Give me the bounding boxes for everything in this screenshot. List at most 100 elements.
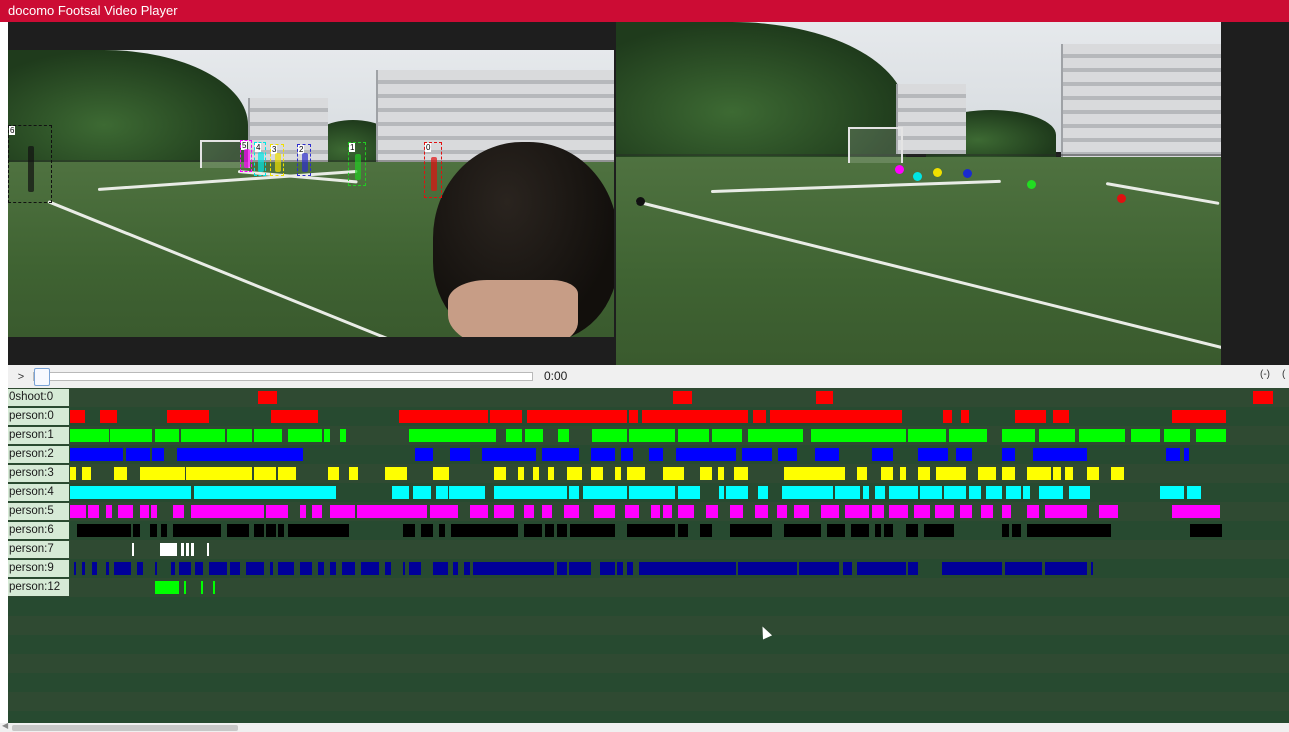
timeline-segment[interactable] <box>469 429 497 442</box>
timeline-segment[interactable] <box>1111 467 1124 480</box>
timeline-segment[interactable] <box>172 524 222 537</box>
timeline-segment[interactable] <box>583 486 628 499</box>
timeline-row-label[interactable]: person:5 <box>8 503 69 520</box>
timeline-segment[interactable] <box>257 391 278 404</box>
timeline-segment[interactable] <box>1053 467 1061 480</box>
timeline-segment[interactable] <box>920 486 942 499</box>
timeline-segment[interactable] <box>934 505 955 518</box>
timeline-segment[interactable] <box>269 562 274 575</box>
timeline-row-label[interactable]: person:0 <box>8 408 69 425</box>
timeline-segment[interactable] <box>532 467 539 480</box>
timeline-segment[interactable] <box>733 467 749 480</box>
timeline-segment[interactable] <box>871 448 894 461</box>
timeline-segment[interactable] <box>1099 505 1118 518</box>
timeline-segment[interactable] <box>1044 505 1088 518</box>
horizontal-scrollbar[interactable]: ◀ <box>0 721 1289 732</box>
timeline-segment[interactable] <box>154 429 179 442</box>
timeline-segment[interactable] <box>245 562 264 575</box>
timeline-segment[interactable] <box>493 467 506 480</box>
timeline-segment[interactable] <box>136 562 143 575</box>
timeline-segment[interactable] <box>1069 486 1090 499</box>
timeline-segment[interactable] <box>738 562 797 575</box>
timeline-segment[interactable] <box>433 467 450 480</box>
timeline-segment[interactable] <box>287 524 349 537</box>
timeline-segment[interactable] <box>980 505 993 518</box>
timeline-segment[interactable] <box>651 505 660 518</box>
timeline-segment[interactable] <box>648 448 664 461</box>
timeline-segment[interactable] <box>251 448 303 461</box>
timeline-segment[interactable] <box>614 467 621 480</box>
timeline-segment[interactable] <box>968 486 981 499</box>
timeline-segment[interactable] <box>194 562 204 575</box>
timeline-segment[interactable] <box>711 429 743 442</box>
timeline-segment[interactable] <box>629 410 638 423</box>
timeline-segment[interactable] <box>1190 524 1222 537</box>
timeline-segment[interactable] <box>125 448 150 461</box>
timeline-segment[interactable] <box>941 562 1003 575</box>
timeline-segment[interactable] <box>917 448 948 461</box>
timeline-segment[interactable] <box>1159 486 1185 499</box>
timeline-segment[interactable] <box>558 429 569 442</box>
timeline-segment[interactable] <box>88 505 100 518</box>
timeline-segment[interactable] <box>621 448 634 461</box>
timeline-segment[interactable] <box>181 543 184 556</box>
timeline-segment[interactable] <box>152 448 165 461</box>
timeline-segment[interactable] <box>1006 486 1021 499</box>
timeline-segment[interactable] <box>159 543 177 556</box>
timeline-segment[interactable] <box>875 486 885 499</box>
timeline-segment[interactable] <box>1002 429 1036 442</box>
timeline-segment[interactable] <box>140 505 149 518</box>
timeline-segment[interactable] <box>340 429 347 442</box>
timeline-segment[interactable] <box>70 467 77 480</box>
timeline-segment[interactable] <box>663 505 672 518</box>
timeline-segment[interactable] <box>429 505 458 518</box>
timeline-segment[interactable] <box>675 448 737 461</box>
timeline-segment[interactable] <box>1002 448 1015 461</box>
timeline-segment[interactable] <box>908 429 946 442</box>
timeline-segment[interactable] <box>978 467 997 480</box>
timeline-segment[interactable] <box>845 505 870 518</box>
timeline-segment[interactable] <box>556 562 567 575</box>
timeline-segment[interactable] <box>1078 429 1125 442</box>
timeline-segment[interactable] <box>106 505 113 518</box>
timeline-segment[interactable] <box>493 505 515 518</box>
timeline-segment[interactable] <box>384 467 407 480</box>
zoom-out-button[interactable]: (-) <box>1260 369 1270 380</box>
timeline-segment[interactable] <box>82 467 91 480</box>
timeline-row-label[interactable]: person:12 <box>8 579 69 596</box>
timeline-segment[interactable] <box>278 524 285 537</box>
timeline-segment[interactable] <box>140 467 186 480</box>
timeline-segment[interactable] <box>1065 467 1073 480</box>
timeline-segment[interactable] <box>160 524 167 537</box>
timeline-segment[interactable] <box>330 505 355 518</box>
timeline-segment[interactable] <box>1002 505 1011 518</box>
timeline-segment[interactable] <box>149 524 158 537</box>
timeline-segment[interactable] <box>469 505 488 518</box>
timeline-segment[interactable] <box>960 505 973 518</box>
timeline-segment[interactable] <box>518 467 525 480</box>
timeline-segment[interactable] <box>254 429 282 442</box>
timeline-segment[interactable] <box>566 467 583 480</box>
timeline-segment[interactable] <box>209 562 228 575</box>
timeline-segment[interactable] <box>450 448 470 461</box>
timeline-segment[interactable] <box>278 467 297 480</box>
timeline-segment[interactable] <box>131 543 135 556</box>
timeline-segment[interactable] <box>705 505 718 518</box>
timeline-segment[interactable] <box>178 562 192 575</box>
timeline-segment[interactable] <box>183 581 187 594</box>
timeline-segment[interactable] <box>266 505 288 518</box>
timeline-segment[interactable] <box>1165 448 1181 461</box>
timeline-segment[interactable] <box>82 562 85 575</box>
timeline-segment[interactable] <box>1002 467 1015 480</box>
timeline-segment[interactable] <box>544 524 555 537</box>
timeline-segment[interactable] <box>73 562 77 575</box>
timeline-segment[interactable] <box>729 505 744 518</box>
timeline-segment[interactable] <box>186 543 189 556</box>
timeline-segment[interactable] <box>1038 486 1064 499</box>
timeline-segment[interactable] <box>191 543 194 556</box>
timeline-segment[interactable] <box>300 505 307 518</box>
timeline-segment[interactable] <box>629 486 676 499</box>
timeline-segment[interactable] <box>106 562 109 575</box>
timeline-segment[interactable] <box>348 467 359 480</box>
timeline-segment[interactable] <box>719 486 724 499</box>
